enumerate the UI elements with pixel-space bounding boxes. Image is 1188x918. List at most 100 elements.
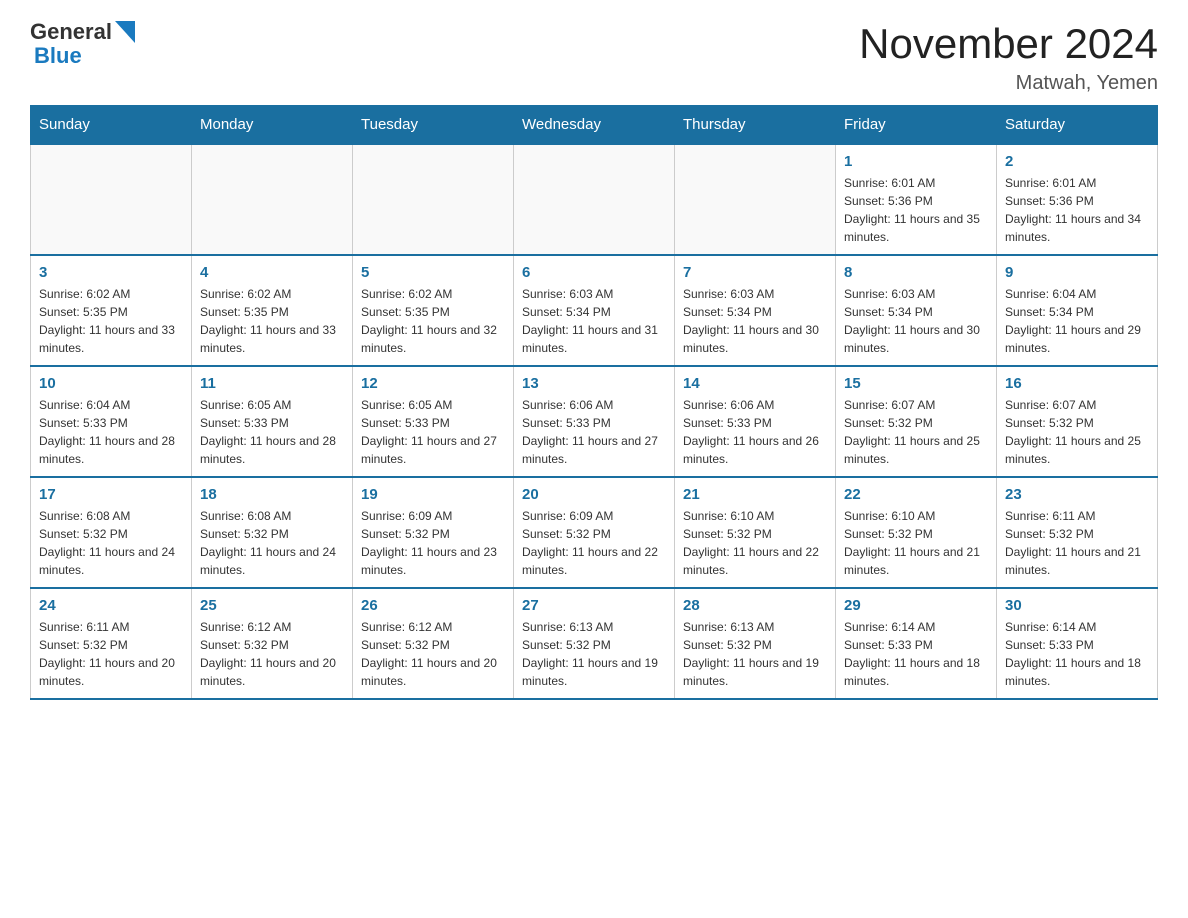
- week-row-5: 24 Sunrise: 6:11 AMSunset: 5:32 PMDayligh…: [31, 588, 1158, 699]
- header-friday: Friday: [836, 106, 997, 145]
- day-info: Sunrise: 6:03 AMSunset: 5:34 PMDaylight:…: [683, 285, 827, 357]
- week-row-1: 1Sunrise: 6:01 AMSunset: 5:36 PMDaylight…: [31, 144, 1158, 255]
- day-info: Sunrise: 6:11 AMSunset: 5:32 PMDaylight:…: [39, 618, 183, 690]
- day-cell: 17 Sunrise: 6:08 AMSunset: 5:32 PMDayligh…: [31, 477, 192, 588]
- day-info: Sunrise: 6:08 AMSunset: 5:32 PMDaylight:…: [39, 507, 183, 579]
- logo-blue-text: Blue: [34, 44, 135, 68]
- day-info: Sunrise: 6:01 AMSunset: 5:36 PMDaylight:…: [1005, 174, 1149, 246]
- day-number: 13: [522, 375, 666, 392]
- calendar-title: November 2024: [859, 20, 1158, 68]
- week-row-3: 10 Sunrise: 6:04 AMSunset: 5:33 PMDayligh…: [31, 366, 1158, 477]
- header-tuesday: Tuesday: [353, 106, 514, 145]
- day-number: 20: [522, 486, 666, 503]
- day-info: Sunrise: 6:07 AMSunset: 5:32 PMDaylight:…: [844, 396, 988, 468]
- day-number: 17: [39, 486, 183, 503]
- day-cell: 5 Sunrise: 6:02 AMSunset: 5:35 PMDaylight…: [353, 255, 514, 366]
- day-number: 16: [1005, 375, 1149, 392]
- day-cell: 4 Sunrise: 6:02 AMSunset: 5:35 PMDaylight…: [192, 255, 353, 366]
- day-info: Sunrise: 6:09 AMSunset: 5:32 PMDaylight:…: [522, 507, 666, 579]
- logo: General Blue: [30, 20, 135, 68]
- day-number: 9: [1005, 264, 1149, 281]
- day-cell: [31, 144, 192, 255]
- day-cell: 7 Sunrise: 6:03 AMSunset: 5:34 PMDaylight…: [675, 255, 836, 366]
- day-number: 26: [361, 597, 505, 614]
- page-header: General Blue November 2024 Matwah, Yemen: [30, 20, 1158, 95]
- day-number: 5: [361, 264, 505, 281]
- day-info: Sunrise: 6:06 AMSunset: 5:33 PMDaylight:…: [683, 396, 827, 468]
- day-info: Sunrise: 6:12 AMSunset: 5:32 PMDaylight:…: [200, 618, 344, 690]
- day-number: 21: [683, 486, 827, 503]
- header-sunday: Sunday: [31, 106, 192, 145]
- title-section: November 2024 Matwah, Yemen: [859, 20, 1158, 95]
- calendar-table: SundayMondayTuesdayWednesdayThursdayFrid…: [30, 105, 1158, 700]
- day-cell: 2 Sunrise: 6:01 AMSunset: 5:36 PMDaylight…: [997, 144, 1158, 255]
- day-cell: [192, 144, 353, 255]
- day-number: 22: [844, 486, 988, 503]
- day-cell: 25 Sunrise: 6:12 AMSunset: 5:32 PMDayligh…: [192, 588, 353, 699]
- header-wednesday: Wednesday: [514, 106, 675, 145]
- day-cell: 10 Sunrise: 6:04 AMSunset: 5:33 PMDayligh…: [31, 366, 192, 477]
- day-number: 4: [200, 264, 344, 281]
- day-number: 23: [1005, 486, 1149, 503]
- day-info: Sunrise: 6:09 AMSunset: 5:32 PMDaylight:…: [361, 507, 505, 579]
- calendar-subtitle: Matwah, Yemen: [859, 72, 1158, 95]
- day-number: 14: [683, 375, 827, 392]
- day-number: 12: [361, 375, 505, 392]
- day-info: Sunrise: 6:03 AMSunset: 5:34 PMDaylight:…: [522, 285, 666, 357]
- day-number: 27: [522, 597, 666, 614]
- day-cell: 13 Sunrise: 6:06 AMSunset: 5:33 PMDayligh…: [514, 366, 675, 477]
- logo-general-text: General: [30, 20, 112, 44]
- day-cell: 6 Sunrise: 6:03 AMSunset: 5:34 PMDaylight…: [514, 255, 675, 366]
- day-info: Sunrise: 6:10 AMSunset: 5:32 PMDaylight:…: [683, 507, 827, 579]
- calendar-header-row: SundayMondayTuesdayWednesdayThursdayFrid…: [31, 106, 1158, 145]
- day-cell: 18Sunrise: 6:08 AMSunset: 5:32 PMDayligh…: [192, 477, 353, 588]
- day-cell: 30 Sunrise: 6:14 AMSunset: 5:33 PMDayligh…: [997, 588, 1158, 699]
- day-number: 24: [39, 597, 183, 614]
- day-number: 10: [39, 375, 183, 392]
- day-number: 7: [683, 264, 827, 281]
- week-row-2: 3 Sunrise: 6:02 AMSunset: 5:35 PMDaylight…: [31, 255, 1158, 366]
- day-info: Sunrise: 6:13 AMSunset: 5:32 PMDaylight:…: [522, 618, 666, 690]
- day-cell: 15 Sunrise: 6:07 AMSunset: 5:32 PMDayligh…: [836, 366, 997, 477]
- day-info: Sunrise: 6:02 AMSunset: 5:35 PMDaylight:…: [200, 285, 344, 357]
- day-cell: 27 Sunrise: 6:13 AMSunset: 5:32 PMDayligh…: [514, 588, 675, 699]
- day-number: 2: [1005, 153, 1149, 170]
- day-cell: 20 Sunrise: 6:09 AMSunset: 5:32 PMDayligh…: [514, 477, 675, 588]
- day-cell: 1Sunrise: 6:01 AMSunset: 5:36 PMDaylight…: [836, 144, 997, 255]
- day-cell: 19 Sunrise: 6:09 AMSunset: 5:32 PMDayligh…: [353, 477, 514, 588]
- logo-arrow-icon: [115, 21, 135, 43]
- week-row-4: 17 Sunrise: 6:08 AMSunset: 5:32 PMDayligh…: [31, 477, 1158, 588]
- day-number: 6: [522, 264, 666, 281]
- day-number: 19: [361, 486, 505, 503]
- day-info: Sunrise: 6:03 AMSunset: 5:34 PMDaylight:…: [844, 285, 988, 357]
- header-saturday: Saturday: [997, 106, 1158, 145]
- day-number: 30: [1005, 597, 1149, 614]
- day-cell: [353, 144, 514, 255]
- day-cell: 29Sunrise: 6:14 AMSunset: 5:33 PMDayligh…: [836, 588, 997, 699]
- day-info: Sunrise: 6:14 AMSunset: 5:33 PMDaylight:…: [844, 618, 988, 690]
- header-monday: Monday: [192, 106, 353, 145]
- day-cell: 26 Sunrise: 6:12 AMSunset: 5:32 PMDayligh…: [353, 588, 514, 699]
- day-cell: 28Sunrise: 6:13 AMSunset: 5:32 PMDayligh…: [675, 588, 836, 699]
- day-cell: 12 Sunrise: 6:05 AMSunset: 5:33 PMDayligh…: [353, 366, 514, 477]
- day-number: 3: [39, 264, 183, 281]
- day-info: Sunrise: 6:02 AMSunset: 5:35 PMDaylight:…: [361, 285, 505, 357]
- day-info: Sunrise: 6:04 AMSunset: 5:33 PMDaylight:…: [39, 396, 183, 468]
- day-number: 8: [844, 264, 988, 281]
- day-cell: 3Sunrise: 6:02 AMSunset: 5:35 PMDaylight…: [31, 255, 192, 366]
- day-info: Sunrise: 6:14 AMSunset: 5:33 PMDaylight:…: [1005, 618, 1149, 690]
- day-info: Sunrise: 6:08 AMSunset: 5:32 PMDaylight:…: [200, 507, 344, 579]
- day-cell: 16Sunrise: 6:07 AMSunset: 5:32 PMDayligh…: [997, 366, 1158, 477]
- day-info: Sunrise: 6:06 AMSunset: 5:33 PMDaylight:…: [522, 396, 666, 468]
- day-cell: 24 Sunrise: 6:11 AMSunset: 5:32 PMDayligh…: [31, 588, 192, 699]
- day-number: 25: [200, 597, 344, 614]
- header-thursday: Thursday: [675, 106, 836, 145]
- day-info: Sunrise: 6:12 AMSunset: 5:32 PMDaylight:…: [361, 618, 505, 690]
- day-cell: 8 Sunrise: 6:03 AMSunset: 5:34 PMDaylight…: [836, 255, 997, 366]
- day-number: 15: [844, 375, 988, 392]
- day-cell: [514, 144, 675, 255]
- day-info: Sunrise: 6:01 AMSunset: 5:36 PMDaylight:…: [844, 174, 988, 246]
- day-info: Sunrise: 6:11 AMSunset: 5:32 PMDaylight:…: [1005, 507, 1149, 579]
- day-info: Sunrise: 6:05 AMSunset: 5:33 PMDaylight:…: [361, 396, 505, 468]
- day-cell: 11Sunrise: 6:05 AMSunset: 5:33 PMDayligh…: [192, 366, 353, 477]
